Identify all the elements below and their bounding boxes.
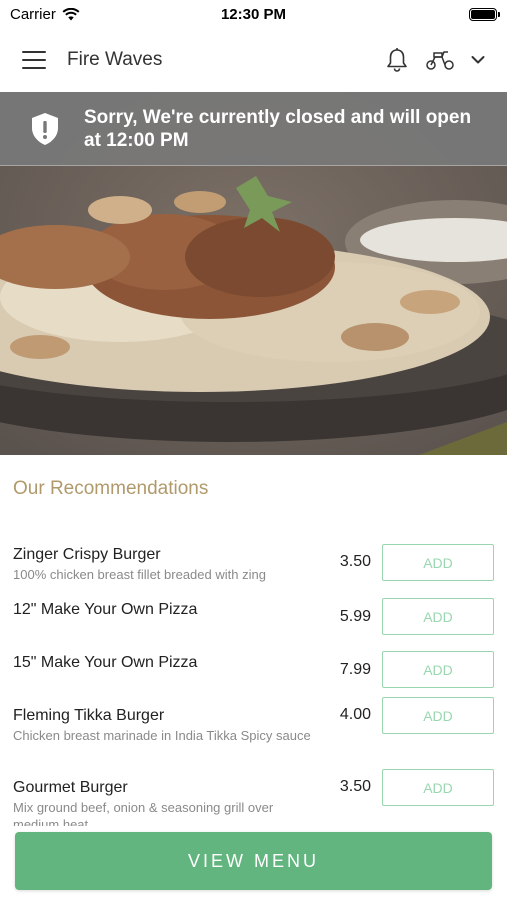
page-title: Fire Waves — [67, 49, 163, 70]
list-item[interactable]: Gourmet Burger Mix ground beef, onion & … — [0, 769, 507, 826]
item-description: Mix ground beef, onion & seasoning grill… — [13, 800, 274, 826]
item-name: 15" Make Your Own Pizza — [13, 654, 198, 671]
item-name: Gourmet Burger — [13, 779, 128, 796]
add-button[interactable]: ADD — [382, 544, 494, 581]
item-price: 5.99 — [339, 608, 371, 625]
restaurant-hero-image: Sorry, We're currently closed and will o… — [0, 92, 507, 455]
battery-icon — [469, 7, 500, 21]
add-button[interactable]: ADD — [382, 769, 494, 806]
item-name: 12" Make Your Own Pizza — [13, 601, 198, 618]
item-price: 7.99 — [339, 661, 371, 678]
add-button[interactable]: ADD — [382, 598, 494, 635]
menu-icon[interactable] — [22, 51, 46, 69]
item-price: 4.00 — [339, 706, 371, 723]
closed-banner: Sorry, We're currently closed and will o… — [0, 92, 507, 166]
view-menu-button[interactable]: VIEW MENU — [15, 832, 492, 890]
wifi-icon — [62, 7, 80, 20]
shield-alert-icon — [32, 112, 58, 145]
bell-icon[interactable] — [385, 47, 409, 73]
item-name: Fleming Tikka Burger — [13, 707, 165, 724]
item-price: 3.50 — [339, 778, 371, 795]
list-item[interactable]: Fleming Tikka Burger Chicken breast mari… — [0, 697, 507, 769]
app-header: Fire Waves — [0, 28, 507, 92]
item-description: 100% chicken breast fillet breaded with … — [13, 567, 266, 582]
item-price: 3.50 — [339, 553, 371, 570]
item-description: Chicken breast marinade in India Tikka S… — [13, 728, 311, 743]
section-title: Our Recommendations — [13, 478, 209, 499]
carrier-indicator: Carrier — [10, 6, 80, 23]
list-item[interactable]: 12" Make Your Own Pizza 5.99 ADD — [0, 591, 507, 644]
list-item[interactable]: 15" Make Your Own Pizza 7.99 ADD — [0, 644, 507, 697]
add-button[interactable]: ADD — [382, 697, 494, 734]
item-name: Zinger Crispy Burger — [13, 546, 161, 563]
recommendations-list: Zinger Crispy Burger 100% chicken breast… — [0, 536, 507, 826]
add-button[interactable]: ADD — [382, 651, 494, 688]
status-bar: Carrier 12:30 PM — [0, 0, 507, 28]
scooter-icon[interactable] — [425, 49, 455, 71]
chevron-down-icon[interactable] — [471, 55, 485, 65]
carrier-label: Carrier — [10, 5, 56, 23]
closed-message: Sorry, We're currently closed and will o… — [84, 106, 472, 151]
list-item[interactable]: Zinger Crispy Burger 100% chicken breast… — [0, 536, 507, 591]
